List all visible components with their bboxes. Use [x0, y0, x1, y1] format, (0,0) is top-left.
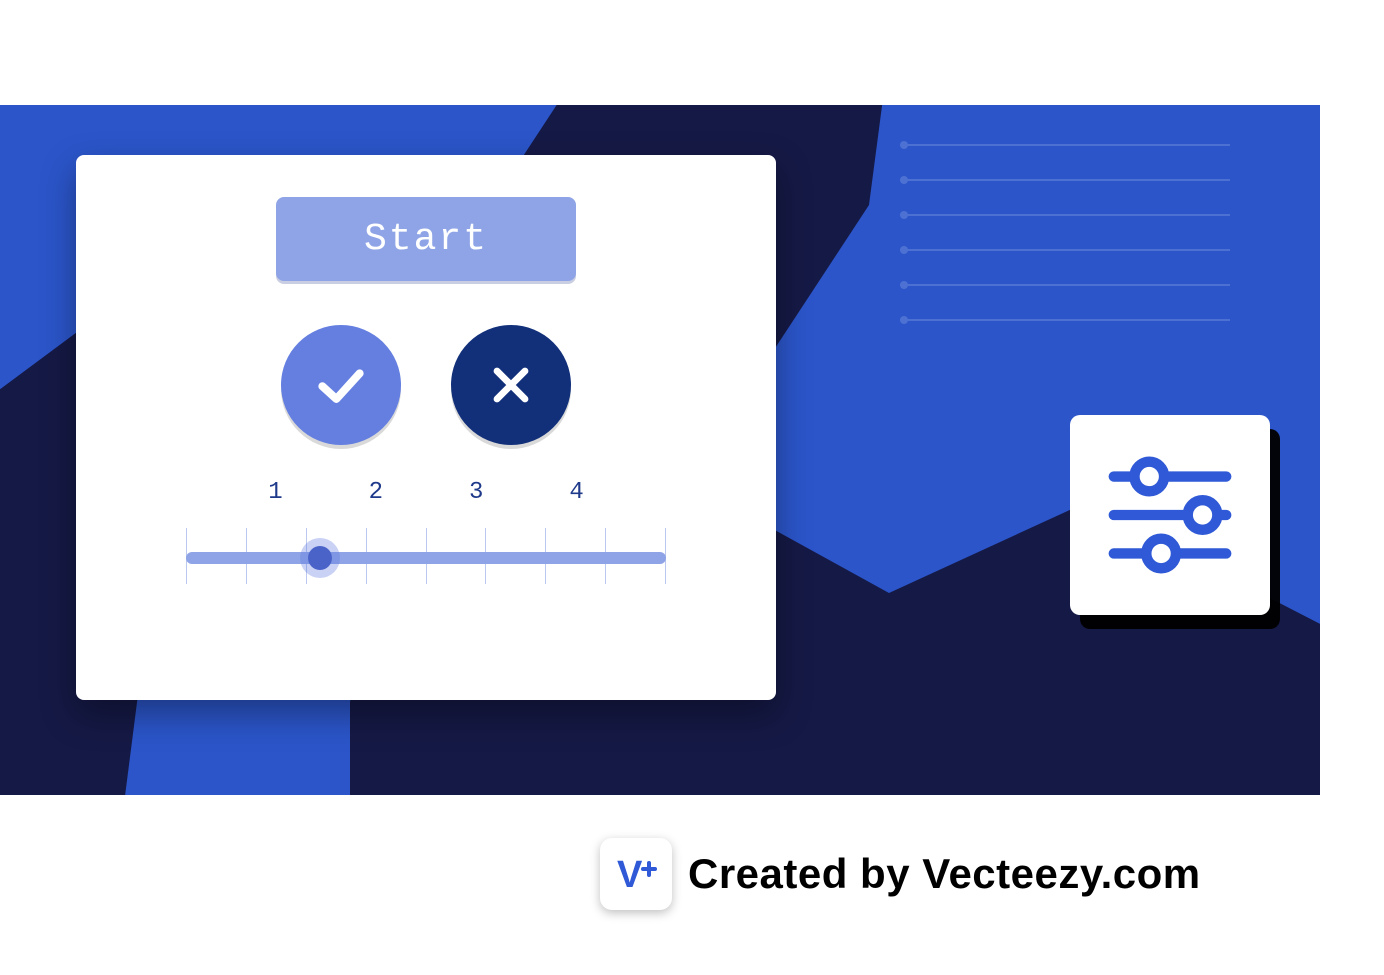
- scale-labels: 1 2 3 4: [268, 479, 584, 506]
- scale-label: 3: [469, 479, 483, 506]
- start-button[interactable]: Start: [276, 197, 576, 281]
- check-icon: [313, 357, 369, 413]
- cancel-button[interactable]: [451, 325, 571, 445]
- sliders-icon: [1096, 441, 1244, 589]
- slider[interactable]: [186, 516, 666, 596]
- settings-tile[interactable]: [1070, 415, 1270, 615]
- brand-badge: V: [600, 838, 672, 910]
- slider-thumb[interactable]: [308, 546, 332, 570]
- scale-label: 1: [268, 479, 282, 506]
- controls-card: Start 1 2 3 4: [76, 155, 776, 700]
- scale-label: 4: [569, 479, 583, 506]
- attribution-row: V Created by Vecteezy.com: [600, 838, 1201, 910]
- attribution-text: Created by Vecteezy.com: [688, 850, 1201, 898]
- close-icon: [487, 361, 535, 409]
- scale-label: 2: [369, 479, 383, 506]
- circle-button-row: [281, 325, 571, 445]
- slider-track: [186, 552, 666, 564]
- svg-text:V: V: [617, 854, 643, 896]
- v-plus-icon: V: [611, 849, 661, 899]
- confirm-button[interactable]: [281, 325, 401, 445]
- decorative-grid: [900, 125, 1230, 335]
